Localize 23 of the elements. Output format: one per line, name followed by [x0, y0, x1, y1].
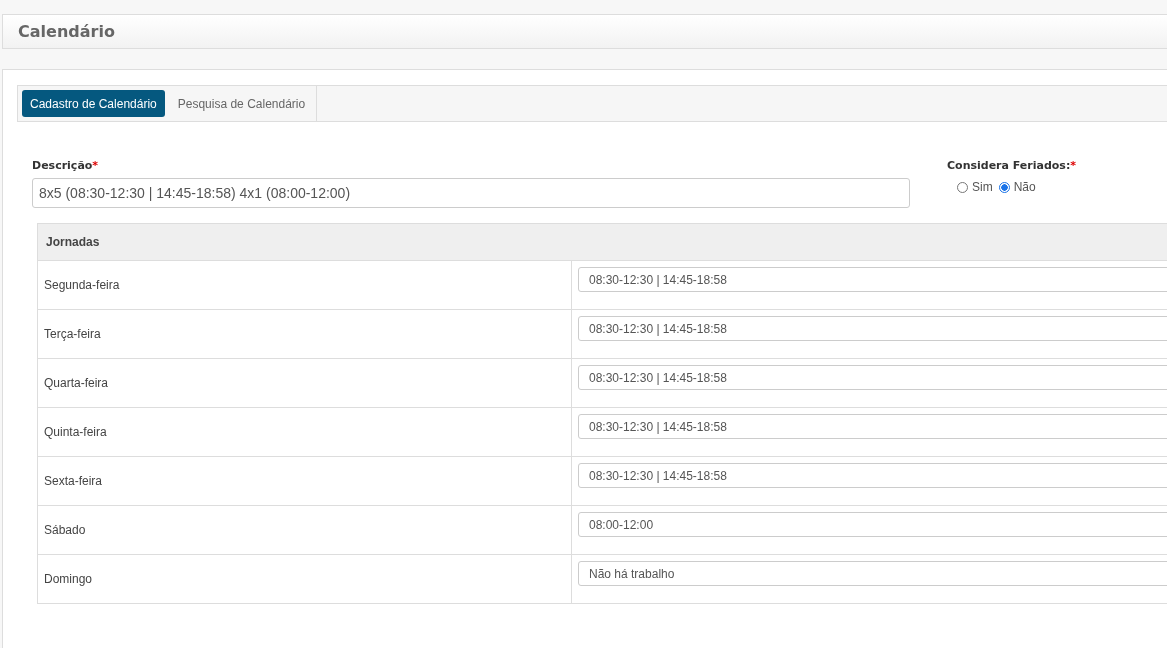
day-label: Sábado: [44, 523, 86, 537]
schedule-input[interactable]: Não há trabalho: [578, 561, 1167, 586]
schedule-input[interactable]: 08:30-12:30 | 14:45-18:58: [578, 316, 1167, 341]
day-label: Quarta-feira: [44, 376, 109, 390]
schedule-input[interactable]: 08:30-12:30 | 14:45-18:58: [578, 463, 1167, 488]
day-label: Terça-feira: [44, 327, 101, 341]
tab[interactable]: Cadastro de Calendário: [22, 90, 165, 117]
description-input[interactable]: 8x5 (08:30-12:30 | 14:45-18:58) 4x1 (08:00-12:00): [32, 178, 910, 208]
schedule-input[interactable]: 08:00-12:00: [578, 512, 1167, 537]
day-label: Sexta-feira: [44, 474, 103, 488]
table-title: Jornadas: [46, 235, 100, 249]
schedule-input[interactable]: 08:30-12:30 | 14:45-18:58: [578, 414, 1167, 439]
field-label: Descrição*: [32, 159, 100, 174]
radio-label: Não: [1013, 180, 1036, 194]
day-label: Quinta-feira: [44, 425, 107, 439]
schedule-input[interactable]: 08:30-12:30 | 14:45-18:58: [578, 267, 1167, 292]
radio-label: Sim: [972, 180, 993, 194]
field-label: Considera Feriados:*: [947, 159, 1077, 174]
schedule-input[interactable]: 08:30-12:30 | 14:45-18:58: [578, 365, 1167, 390]
day-label: Segunda-feira: [44, 278, 120, 292]
radio-button[interactable]: [998, 181, 1010, 193]
day-label: Domingo: [44, 572, 93, 586]
page-title: Calendário: [18, 22, 115, 41]
